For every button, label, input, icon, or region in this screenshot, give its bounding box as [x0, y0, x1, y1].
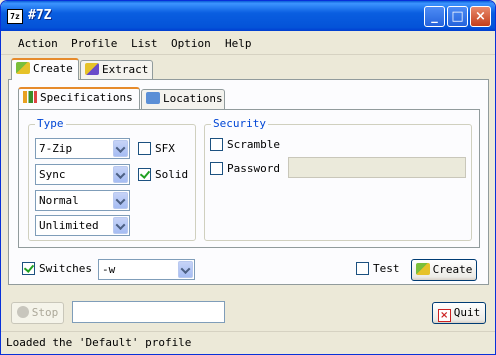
app-7z-icon: 7z: [7, 9, 23, 24]
switches-label[interactable]: Switches: [39, 262, 92, 275]
tab-specifications[interactable]: Specifications: [18, 87, 140, 109]
password-checkbox[interactable]: [210, 162, 223, 175]
create-archive-icon: [415, 263, 430, 275]
progress-field: [72, 301, 225, 323]
stop-button-label: Stop: [31, 306, 59, 319]
mode-select[interactable]: Sync: [35, 164, 130, 185]
specifications-icon: [23, 91, 37, 103]
chevron-down-icon[interactable]: [113, 140, 128, 157]
type-group: Type 7-Zip Sync Normal Unlimited SFX Sol…: [28, 117, 196, 241]
menu-help[interactable]: Help: [225, 37, 252, 50]
quit-button-label: Quit: [453, 306, 481, 319]
chevron-down-icon[interactable]: [178, 261, 193, 278]
type-legend: Type: [35, 117, 66, 130]
solid-checkbox[interactable]: [138, 168, 151, 181]
stop-icon: [16, 306, 29, 318]
extract-archive-icon: [85, 63, 99, 75]
menu-profile[interactable]: Profile: [71, 37, 117, 50]
create-archive-icon: [16, 62, 30, 74]
chevron-down-icon[interactable]: [113, 217, 128, 234]
switches-select[interactable]: -w: [98, 259, 195, 280]
solid-label[interactable]: Solid: [155, 168, 188, 181]
menu-list[interactable]: List: [131, 37, 158, 50]
scramble-label[interactable]: Scramble: [227, 138, 280, 151]
chevron-down-icon[interactable]: [113, 192, 128, 209]
quit-button[interactable]: × Quit: [432, 302, 486, 324]
tab-create[interactable]: Create: [11, 58, 79, 80]
create-button-label: Create: [432, 263, 473, 276]
sfx-checkbox[interactable]: [138, 142, 151, 155]
switches-checkbox[interactable]: [22, 262, 35, 275]
tab-extract-label: Extract: [102, 63, 149, 76]
main-window: 7z #7Z _ □ × Action Profile List Option …: [0, 0, 496, 355]
specifications-panel: Type 7-Zip Sync Normal Unlimited SFX Sol…: [18, 109, 480, 248]
menu-option[interactable]: Option: [171, 37, 211, 50]
security-legend: Security: [211, 117, 268, 130]
volume-value: Unlimited: [39, 219, 99, 232]
security-group: Security Scramble Password: [204, 117, 472, 241]
format-value: 7-Zip: [39, 142, 73, 155]
create-panel: Specifications Locations Type 7-Zip Sync…: [8, 79, 489, 285]
level-select[interactable]: Normal: [35, 190, 130, 211]
mode-value: Sync: [39, 168, 66, 181]
scramble-checkbox[interactable]: [210, 138, 223, 151]
test-checkbox[interactable]: [356, 262, 369, 275]
tab-locations[interactable]: Locations: [141, 89, 225, 109]
folder-icon: [146, 92, 160, 104]
maximize-button[interactable]: □: [447, 6, 468, 27]
menu-bar: Action Profile List Option Help: [1, 32, 495, 55]
create-button[interactable]: Create: [411, 259, 477, 281]
sfx-label[interactable]: SFX: [155, 142, 175, 155]
tab-extract[interactable]: Extract: [80, 60, 153, 80]
password-input[interactable]: [288, 157, 466, 178]
status-text: Loaded the 'Default' profile: [6, 336, 192, 349]
close-button[interactable]: ×: [470, 6, 491, 27]
minimize-button[interactable]: _: [424, 6, 445, 27]
switches-value: -w: [102, 263, 116, 276]
window-title: #7Z: [28, 8, 52, 23]
password-label[interactable]: Password: [227, 162, 280, 175]
title-bar[interactable]: 7z #7Z _ □ ×: [1, 1, 495, 31]
volume-select[interactable]: Unlimited: [35, 215, 130, 236]
format-select[interactable]: 7-Zip: [35, 138, 130, 159]
chevron-down-icon[interactable]: [113, 166, 128, 183]
tab-create-label: Create: [33, 62, 73, 75]
status-bar: Loaded the 'Default' profile: [1, 331, 495, 354]
tab-specifications-label: Specifications: [40, 91, 133, 104]
test-label[interactable]: Test: [373, 262, 400, 275]
tab-locations-label: Locations: [163, 92, 223, 105]
stop-button[interactable]: Stop: [11, 302, 64, 324]
level-value: Normal: [39, 194, 79, 207]
menu-action[interactable]: Action: [18, 37, 58, 50]
quit-x-icon: ×: [437, 309, 451, 322]
